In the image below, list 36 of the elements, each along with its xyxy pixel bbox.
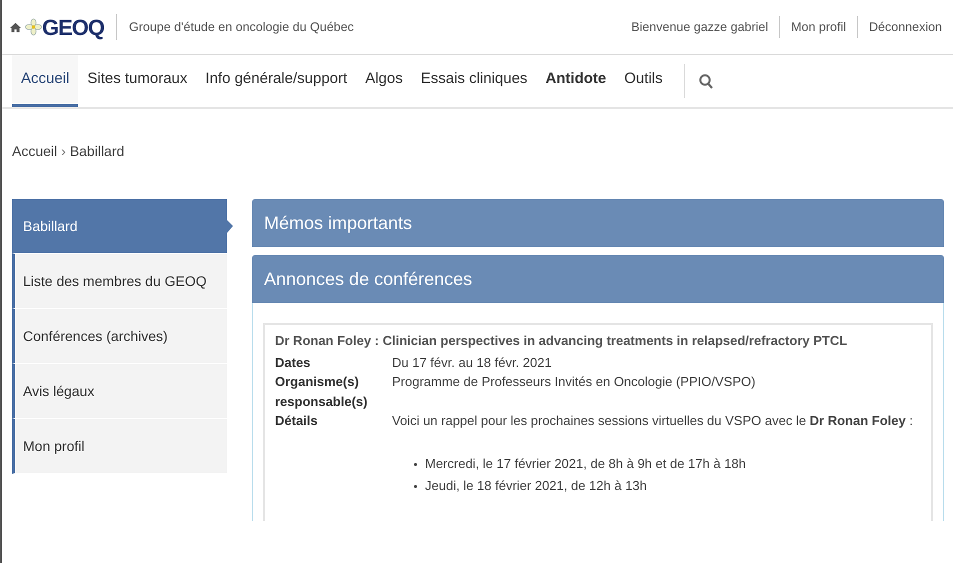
field-value: Programme de Professeurs Invités en Oncologie (PPIO/VSPO) (392, 374, 756, 389)
nav-tab[interactable]: Antidote (536, 55, 616, 107)
list-item-text: Mercredi, le 17 février 2021, de 8h à 9h et de 17h à 18h (425, 456, 746, 470)
nav-tab[interactable]: Essais cliniques (412, 55, 536, 107)
field-label: Dates (275, 354, 312, 372)
home-icon[interactable] (10, 22, 21, 32)
bullet-icon (414, 484, 417, 488)
field-label: Organisme(s) responsable(s) (275, 373, 368, 411)
header-link[interactable]: Déconnexion (857, 16, 953, 38)
field-label: Détails (275, 412, 319, 430)
sidebar-item[interactable]: Babillard (12, 199, 233, 254)
nav-tab[interactable]: Algos (356, 55, 412, 107)
nav-tab[interactable]: Accueil (12, 55, 78, 107)
breadcrumb-separator: › (61, 142, 66, 161)
sidebar-item[interactable]: Liste des membres du GEOQ (12, 254, 227, 309)
sidebar-item[interactable]: Avis légaux (12, 364, 227, 419)
search-icon[interactable] (698, 74, 713, 88)
nav-tab[interactable]: Outils (615, 55, 672, 107)
header-link[interactable]: Mon profil (779, 16, 858, 38)
list-item-text: Jeudi, le 18 février 2021, de 12h à 13h (425, 478, 647, 492)
field-value: Du 17 févr. au 18 févr. 2021 (392, 354, 552, 370)
logo-text[interactable]: GEOQ (42, 10, 104, 44)
sidebar-item[interactable]: Conférences (archives) (12, 309, 227, 364)
announcement-title: Dr Ronan Foley : Clinician perspectives in advancing treatments in relapsed/refractory PTCL (275, 332, 848, 350)
bullet-icon (414, 462, 417, 466)
field-value: Voici un rappel pour les prochaines sessions virtuelles du VSPO avec le Dr Ronan Foley : (392, 413, 913, 428)
panel-header[interactable]: Annonces de conférences (252, 255, 944, 303)
sidebar-item[interactable]: Mon profil (12, 419, 227, 474)
organization-name: Groupe d'étude en oncologie du Québec (116, 14, 354, 40)
flower-icon (25, 17, 42, 37)
breadcrumb-link[interactable]: Accueil (12, 141, 58, 162)
nav-tab[interactable]: Sites tumoraux (78, 55, 196, 107)
welcome-text: Bienvenue gazze gabriel (630, 19, 770, 36)
breadcrumb-link[interactable]: Babillard (70, 141, 124, 162)
nav-tab[interactable]: Info générale/support (196, 55, 356, 107)
panel-header[interactable]: Mémos importants (252, 199, 944, 247)
